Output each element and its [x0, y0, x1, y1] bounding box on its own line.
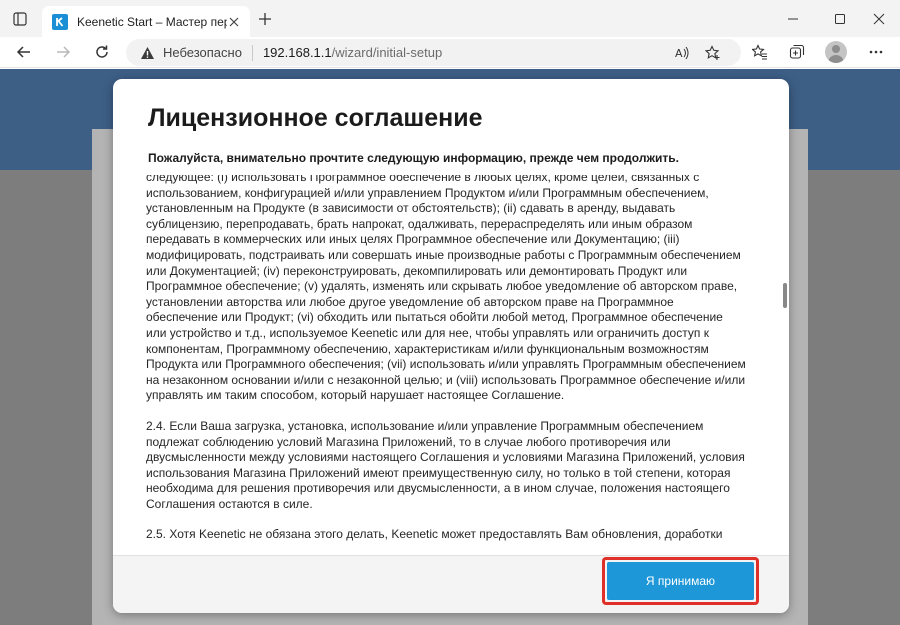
close-window-icon[interactable] — [868, 8, 890, 30]
plus-icon[interactable] — [256, 10, 274, 28]
keenetic-k-icon — [52, 13, 68, 30]
address-bar[interactable]: Небезопасно 192.168.1.1/wizard/initial-s… — [126, 39, 741, 66]
license-paragraph: 2.5. Хотя Keenetic не обязана этого дела… — [146, 527, 723, 542]
tab-title: Keenetic Start – Мастер первоначальной н… — [77, 14, 227, 29]
svg-text:A: A — [675, 47, 683, 60]
dialog-title: Лицензионное соглашение — [148, 104, 483, 132]
security-label[interactable]: Небезопасно — [163, 45, 242, 60]
more-dots-icon[interactable] — [866, 42, 886, 62]
tab-actions-icon[interactable] — [10, 9, 30, 29]
license-agreement-dialog: Лицензионное соглашение Пожалуйста, вним… — [113, 79, 789, 613]
license-text: следующее: (i) использовать Программное … — [146, 175, 746, 555]
license-paragraph: 2.4. Если Ваша загрузка, установка, испо… — [146, 418, 745, 511]
favorites-icon[interactable] — [750, 42, 770, 62]
tab-strip: Keenetic Start – Мастер первоначальной н… — [0, 0, 900, 37]
collections-icon[interactable] — [787, 42, 807, 62]
navigation-bar: Небезопасно 192.168.1.1/wizard/initial-s… — [0, 37, 900, 68]
refresh-icon[interactable] — [92, 42, 112, 62]
forward-arrow-icon[interactable] — [53, 42, 73, 62]
scrollbar-thumb[interactable] — [783, 283, 787, 308]
maximize-icon[interactable] — [829, 8, 851, 30]
active-tab[interactable]: Keenetic Start – Мастер первоначальной н… — [42, 6, 250, 37]
license-paragraph: следующее: (i) использовать Программное … — [146, 175, 746, 403]
back-arrow-icon[interactable] — [14, 42, 34, 62]
minimize-icon[interactable] — [782, 8, 804, 30]
profile-avatar[interactable] — [825, 41, 847, 63]
close-icon[interactable] — [227, 15, 240, 28]
star-plus-icon[interactable] — [704, 44, 722, 62]
dialog-subtitle: Пожалуйста, внимательно прочтите следующ… — [148, 151, 679, 165]
read-aloud-icon[interactable]: A — [673, 44, 691, 62]
license-text-scroll-area[interactable]: следующее: (i) использовать Программное … — [146, 175, 746, 555]
url-host: 192.168.1.1 — [262, 45, 332, 60]
url-path: /wizard/initial-setup — [331, 45, 443, 60]
warning-triangle-icon[interactable] — [140, 46, 155, 60]
accept-button[interactable]: Я принимаю — [607, 562, 754, 600]
address-divider — [251, 44, 253, 61]
